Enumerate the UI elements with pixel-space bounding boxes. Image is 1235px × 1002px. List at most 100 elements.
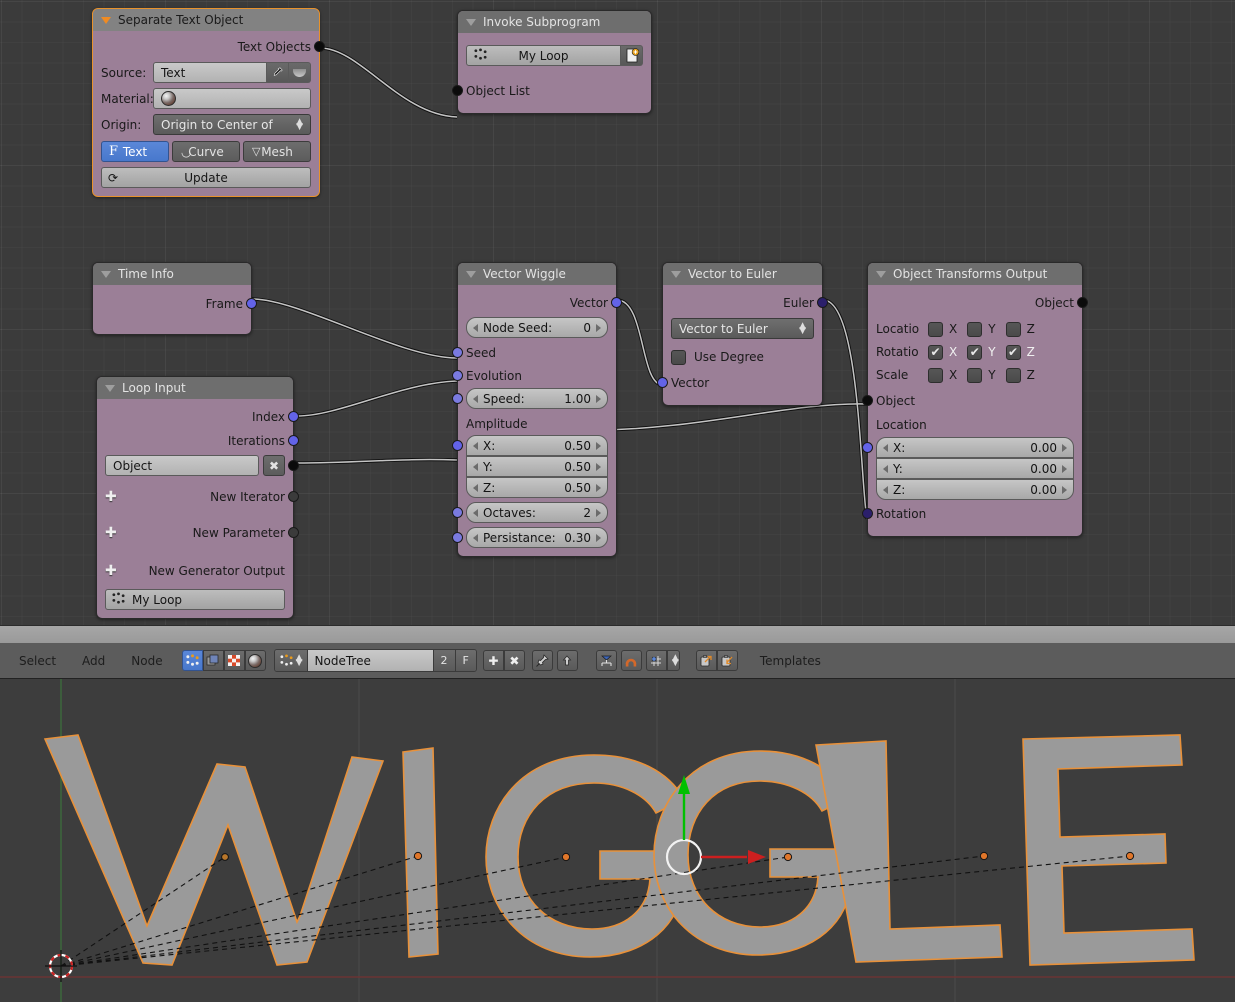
node-select-icon[interactable] bbox=[181, 650, 203, 671]
socket-vector-input[interactable] bbox=[657, 377, 668, 388]
decrement-arrow-icon[interactable] bbox=[883, 443, 888, 452]
octaves-field[interactable]: Octaves: 2 bbox=[452, 502, 608, 523]
new-subprogram-icon[interactable] bbox=[621, 45, 643, 66]
node-tools-group[interactable]: ▲ ▼ bbox=[595, 650, 680, 671]
socket-euler-output[interactable] bbox=[817, 297, 828, 308]
nodetree-icon[interactable]: ▲ ▼ bbox=[274, 650, 308, 671]
increment-arrow-icon[interactable] bbox=[596, 462, 601, 471]
source-input[interactable]: Text bbox=[153, 62, 267, 83]
node-editor-header[interactable]: Select Add Node ▲ ▼ NodeTree 2 F ✚ ✖ ▲ ▼… bbox=[0, 643, 1235, 679]
decrement-arrow-icon[interactable] bbox=[473, 462, 478, 471]
pin-group[interactable] bbox=[531, 650, 578, 671]
amplitude-y-field[interactable]: Y: 0.50 bbox=[466, 456, 608, 477]
node-header[interactable]: Invoke Subprogram bbox=[458, 11, 651, 33]
decrement-arrow-icon[interactable] bbox=[883, 485, 888, 494]
socket-object-output[interactable] bbox=[288, 460, 299, 471]
increment-arrow-icon[interactable] bbox=[596, 394, 601, 403]
scale-y-checkbox[interactable] bbox=[967, 367, 983, 383]
node-copy-icon[interactable] bbox=[202, 650, 224, 671]
collapse-triangle-icon[interactable] bbox=[101, 16, 111, 24]
increment-arrow-icon[interactable] bbox=[1062, 443, 1067, 452]
socket-persistance-input[interactable] bbox=[452, 532, 463, 543]
templates-menu[interactable]: Templates bbox=[760, 654, 821, 668]
subprogram-select-button[interactable]: My Loop bbox=[466, 45, 621, 66]
material-input[interactable] bbox=[153, 88, 311, 109]
collapse-triangle-icon[interactable] bbox=[876, 270, 886, 278]
collapse-triangle-icon[interactable] bbox=[671, 270, 681, 278]
location-z-field[interactable]: Z: 0.00 bbox=[876, 479, 1074, 500]
loop-subprogram-button[interactable]: My Loop bbox=[105, 589, 285, 610]
nodetree-users-count[interactable]: 2 bbox=[433, 650, 456, 671]
increment-arrow-icon[interactable] bbox=[1062, 485, 1067, 494]
increment-arrow-icon[interactable] bbox=[596, 508, 601, 517]
decrement-arrow-icon[interactable] bbox=[473, 533, 478, 542]
increment-arrow-icon[interactable] bbox=[596, 441, 601, 450]
editor-type-group[interactable] bbox=[181, 650, 266, 671]
increment-arrow-icon[interactable] bbox=[596, 483, 601, 492]
socket-evolution-input[interactable] bbox=[452, 370, 463, 381]
editor-scrollbar-strip[interactable] bbox=[0, 625, 1235, 643]
plus-icon[interactable]: ✚ bbox=[105, 563, 117, 579]
location-z-checkbox[interactable] bbox=[1005, 321, 1021, 337]
node-header[interactable]: Separate Text Object bbox=[93, 9, 319, 31]
rotation-x-checkbox[interactable] bbox=[928, 344, 943, 360]
snap-grid-icon[interactable] bbox=[645, 650, 667, 671]
socket-seed-input[interactable] bbox=[452, 347, 463, 358]
increment-arrow-icon[interactable] bbox=[596, 533, 601, 542]
eyedropper-icon[interactable] bbox=[267, 62, 289, 83]
rotation-y-checkbox[interactable] bbox=[967, 344, 983, 360]
socket-text-objects-output[interactable] bbox=[314, 41, 325, 52]
mode-mesh-button[interactable]: ▽ Mesh bbox=[243, 141, 311, 162]
pin-icon[interactable] bbox=[531, 650, 553, 671]
socket-new-parameter[interactable] bbox=[288, 527, 299, 538]
socket-object-list-input[interactable] bbox=[452, 85, 463, 96]
fake-user-toggle[interactable]: F bbox=[455, 650, 476, 671]
socket-frame-output[interactable] bbox=[246, 298, 257, 309]
object-name-field[interactable]: Object bbox=[105, 455, 259, 476]
socket-location-input[interactable] bbox=[862, 442, 873, 453]
import-icon[interactable] bbox=[716, 650, 738, 671]
rotation-z-checkbox[interactable] bbox=[1005, 344, 1021, 360]
origin-dropdown[interactable]: Origin to Center of ▲ ▼ bbox=[153, 114, 311, 135]
update-button[interactable]: ⟳ Update bbox=[101, 167, 311, 188]
increment-arrow-icon[interactable] bbox=[1062, 464, 1067, 473]
plus-icon[interactable]: ✚ bbox=[105, 489, 117, 505]
node-header[interactable]: Loop Input bbox=[97, 377, 293, 399]
socket-amplitude-input[interactable] bbox=[452, 440, 463, 451]
menu-add[interactable]: Add bbox=[69, 654, 118, 668]
socket-object-output[interactable] bbox=[1077, 297, 1088, 308]
id-browse-icon[interactable] bbox=[289, 62, 311, 83]
mode-text-button[interactable]: F Text bbox=[101, 141, 169, 162]
scale-z-checkbox[interactable] bbox=[1005, 367, 1021, 383]
node-header[interactable]: Object Transforms Output bbox=[868, 263, 1082, 285]
socket-rotation-input[interactable] bbox=[862, 508, 873, 519]
location-x-checkbox[interactable] bbox=[928, 321, 943, 337]
up-arrow-icon[interactable] bbox=[556, 650, 578, 671]
decrement-arrow-icon[interactable] bbox=[473, 483, 478, 492]
decrement-arrow-icon[interactable] bbox=[473, 508, 478, 517]
node-invoke-subprogram[interactable]: Invoke Subprogram My Loop Object List bbox=[452, 10, 652, 114]
3d-viewport[interactable] bbox=[0, 679, 1235, 1002]
socket-octaves-input[interactable] bbox=[452, 507, 463, 518]
plus-icon[interactable]: ✚ bbox=[482, 650, 504, 671]
node-shading-icon[interactable] bbox=[244, 650, 266, 671]
snap-magnet-icon[interactable] bbox=[620, 650, 642, 671]
node-header[interactable]: Vector Wiggle bbox=[458, 263, 616, 285]
location-y-field[interactable]: Y: 0.00 bbox=[876, 458, 1074, 479]
socket-object-input[interactable] bbox=[862, 395, 873, 406]
scale-x-checkbox[interactable] bbox=[928, 367, 943, 383]
node-time-info[interactable]: Time Info Frame bbox=[92, 262, 257, 335]
collapse-triangle-icon[interactable] bbox=[101, 270, 111, 278]
socket-vector-output[interactable] bbox=[611, 297, 622, 308]
persistance-field[interactable]: Persistance: 0.30 bbox=[452, 527, 608, 548]
decrement-arrow-icon[interactable] bbox=[883, 464, 888, 473]
export-icon[interactable] bbox=[695, 650, 717, 671]
node-overlay-icon[interactable] bbox=[223, 650, 245, 671]
node-vector-wiggle[interactable]: Vector Wiggle Vector Node Seed: 0 Seed E… bbox=[452, 262, 622, 557]
snap-target-dropdown[interactable]: ▲ ▼ bbox=[666, 650, 680, 671]
conversion-mode-dropdown[interactable]: Vector to Euler ▲ ▼ bbox=[671, 318, 814, 339]
node-separate-text-object[interactable]: Separate Text Object Text Objects Source… bbox=[92, 8, 325, 197]
location-x-field[interactable]: X: 0.00 bbox=[862, 437, 1074, 458]
remove-socket-button[interactable]: ✖ bbox=[263, 455, 285, 476]
use-degree-checkbox[interactable] bbox=[671, 349, 686, 365]
